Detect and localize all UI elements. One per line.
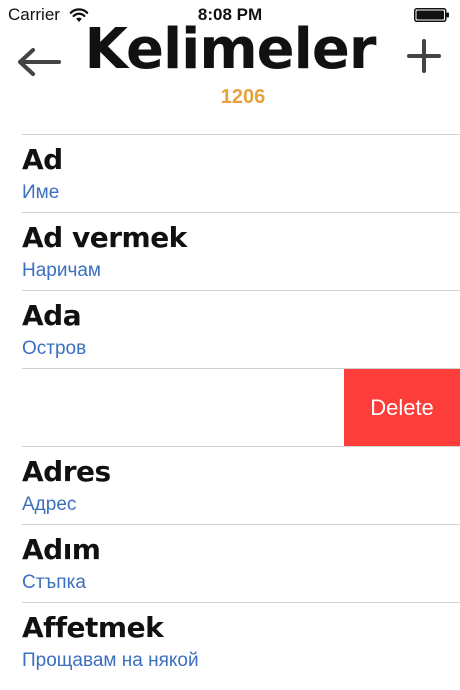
- translation-text: Прощавам на някой: [22, 650, 199, 671]
- list-item[interactable]: Ad vermek Наричам: [0, 213, 460, 290]
- translation-text: Наричам: [22, 260, 101, 281]
- add-button[interactable]: [406, 38, 442, 74]
- list-item-content: Ad vermek Наричам: [22, 213, 460, 290]
- page-title: Kelimeler: [84, 17, 377, 82]
- word-text: Ada: [22, 299, 82, 332]
- header: Kelimeler 1206: [0, 18, 460, 134]
- list-item[interactable]: Adım Стъпка: [0, 525, 460, 602]
- list-item-content: Ada Остров: [22, 291, 460, 368]
- list-item[interactable]: Ada Остров: [0, 291, 460, 368]
- translation-text: Име: [22, 182, 60, 203]
- word-text: Adres: [22, 455, 111, 488]
- list-item[interactable]: Affetmek Прощавам на някой: [0, 603, 460, 680]
- translation-text: Адрес: [22, 494, 77, 515]
- plus-icon: [407, 39, 441, 73]
- list-item-swiped[interactable]: Delete: [0, 369, 460, 446]
- list-item[interactable]: Ad Име: [0, 135, 460, 212]
- list-item-content: Ad Име: [22, 135, 460, 212]
- word-text: Affetmek: [22, 611, 164, 644]
- word-list: Ad Име Ad vermek Наричам Ada Остров Dele…: [0, 134, 460, 680]
- word-text: Adım: [22, 533, 101, 566]
- translation-text: Стъпка: [22, 572, 86, 593]
- list-item[interactable]: Adres Адрес: [0, 447, 460, 524]
- list-item-content: Adres Адрес: [22, 447, 460, 524]
- list-item-content: Adım Стъпка: [22, 525, 460, 602]
- delete-button[interactable]: Delete: [344, 369, 460, 446]
- list-item-content: Affetmek Прощавам на някой: [22, 603, 460, 680]
- word-text: Ad: [22, 143, 63, 176]
- translation-text: Остров: [22, 338, 87, 359]
- word-text: Ad vermek: [22, 221, 187, 254]
- word-count: 1206: [220, 86, 266, 108]
